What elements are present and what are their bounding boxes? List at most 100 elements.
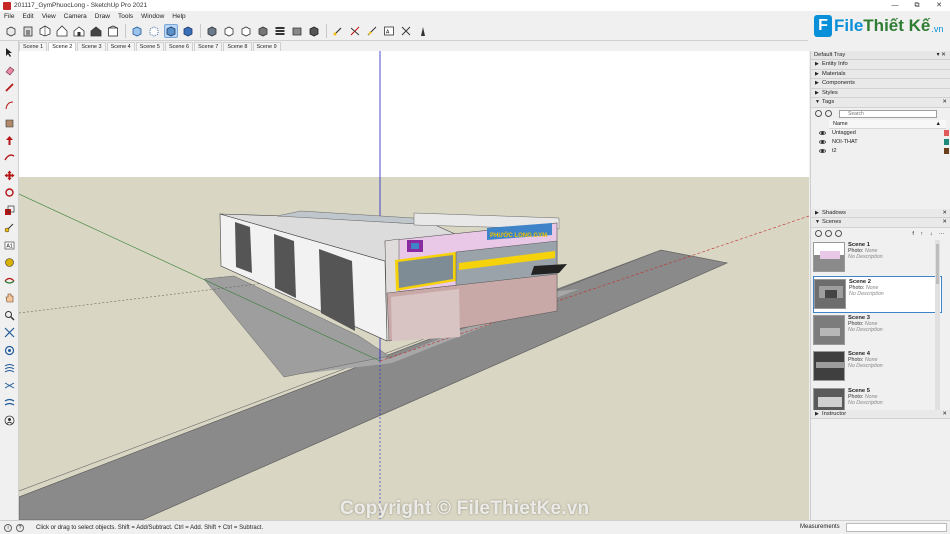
scene-tab-8[interactable]: Scene 8	[223, 42, 252, 51]
scene-tab-6[interactable]: Scene 6	[164, 42, 194, 51]
hidden-line-button[interactable]	[181, 24, 195, 38]
close-icon[interactable]: ✕	[942, 218, 947, 227]
menu-edit[interactable]: Edit	[18, 13, 37, 20]
paint-bucket-button[interactable]	[331, 24, 345, 38]
section-instructor[interactable]: ▶ Instructor ✕	[811, 409, 950, 419]
restore-button[interactable]: ⧉	[906, 0, 928, 11]
iso-view-button[interactable]	[38, 24, 52, 38]
eraser-tool[interactable]	[3, 64, 16, 77]
sort-up-icon[interactable]: ▲	[936, 120, 941, 128]
section-materials[interactable]: ▶ Materials	[811, 69, 950, 79]
paint-tool[interactable]	[3, 256, 16, 269]
tray-controls[interactable]: ▾ ✕	[937, 51, 950, 59]
back-view-button[interactable]	[106, 24, 120, 38]
info-icon[interactable]: i	[4, 523, 12, 532]
menu-camera[interactable]: Camera	[60, 13, 91, 20]
tag-row[interactable]: t2	[811, 147, 950, 156]
text-tool[interactable]: A1	[3, 239, 16, 252]
orbit-tool[interactable]	[3, 274, 16, 287]
tag-color-swatch[interactable]	[944, 139, 949, 145]
position-camera-tool[interactable]	[3, 344, 16, 357]
scene-item[interactable]: Scene 1 Photo: None No Description	[813, 240, 942, 277]
scene-order-controls[interactable]: f ↑ ↓ ⋯	[912, 231, 947, 237]
close-button[interactable]: ✕	[928, 0, 950, 11]
section-entity-info[interactable]: ▶ Entity Info	[811, 60, 950, 70]
warehouse-button[interactable]	[21, 24, 35, 38]
section-styles[interactable]: ▶ Styles	[811, 88, 950, 98]
back-edges-button[interactable]	[147, 24, 161, 38]
menu-tools[interactable]: Tools	[114, 13, 137, 20]
add-tag-icon[interactable]	[815, 110, 822, 117]
scene-list-scrollbar[interactable]	[935, 239, 940, 410]
close-icon[interactable]: ✕	[942, 410, 947, 419]
select-tool[interactable]	[3, 46, 16, 59]
section-components[interactable]: ▶ Components	[811, 79, 950, 89]
scene-tab-1[interactable]: Scene 1	[19, 42, 48, 51]
menu-draw[interactable]: Draw	[91, 13, 114, 20]
add-scene-icon[interactable]	[825, 230, 832, 237]
close-icon[interactable]: ✕	[942, 209, 947, 218]
monochrome-button[interactable]	[239, 24, 253, 38]
account-button[interactable]	[3, 414, 16, 427]
remove-scene-icon[interactable]	[835, 230, 842, 237]
menu-file[interactable]: File	[0, 13, 18, 20]
delete-tag-icon[interactable]	[825, 110, 832, 117]
section-scenes[interactable]: ▼ Scenes ✕	[811, 218, 950, 228]
shaded-button[interactable]	[205, 24, 219, 38]
follow-me-tool[interactable]	[3, 151, 16, 164]
tags-search-input[interactable]	[839, 109, 937, 118]
front-view-button[interactable]	[72, 24, 86, 38]
top-view-button[interactable]	[55, 24, 69, 38]
move-tool[interactable]	[3, 169, 16, 182]
scene-item[interactable]: Scene 3 Photo: None No Description	[813, 313, 942, 350]
scene-tab-2[interactable]: Scene 2	[48, 42, 77, 51]
wireframe-button[interactable]	[164, 23, 178, 38]
right-view-button[interactable]	[89, 24, 103, 38]
scene-tab-3[interactable]: Scene 3	[77, 42, 106, 51]
scene-item-selected[interactable]: Scene 2 Photo: None No Description	[813, 276, 942, 313]
menu-help[interactable]: Help	[168, 13, 189, 20]
line-tool[interactable]	[3, 81, 16, 94]
close-icon[interactable]: ✕	[942, 98, 947, 107]
zoom-tool[interactable]	[3, 309, 16, 322]
menu-view[interactable]: View	[38, 13, 60, 20]
rotate-tool[interactable]	[3, 186, 16, 199]
measurements-input[interactable]	[846, 523, 947, 532]
menu-window[interactable]: Window	[137, 13, 168, 20]
update-scene-icon[interactable]	[815, 230, 822, 237]
visibility-eye-icon[interactable]	[819, 131, 826, 135]
tag-row[interactable]: Untagged	[811, 129, 950, 138]
axes-button[interactable]	[348, 24, 362, 38]
layers-button[interactable]	[273, 24, 287, 38]
shaded-textures-button[interactable]	[222, 24, 236, 38]
pan-tool[interactable]	[3, 291, 16, 304]
scene-tab-9[interactable]: Scene 9	[252, 42, 281, 51]
protractor-button[interactable]	[399, 24, 413, 38]
dimension-button[interactable]	[365, 24, 379, 38]
visibility-eye-icon[interactable]	[819, 140, 826, 144]
tag-color-swatch[interactable]	[944, 130, 949, 136]
text-button[interactable]: A	[382, 24, 396, 38]
section-fill-button[interactable]	[307, 24, 321, 38]
help-icon[interactable]: ?	[16, 523, 24, 532]
scene-tab-4[interactable]: Scene 4	[106, 42, 135, 51]
scrollbar-thumb[interactable]	[936, 243, 939, 284]
scale-tool[interactable]	[3, 204, 16, 217]
rectangle-tool[interactable]	[3, 116, 16, 129]
scene-item[interactable]: Scene 4 Photo: None No Description	[813, 349, 942, 386]
arc-tool[interactable]	[3, 99, 16, 112]
minimize-button[interactable]: —	[884, 0, 906, 11]
style-button[interactable]	[256, 24, 270, 38]
section-tags[interactable]: ▼ Tags ✕	[811, 98, 950, 108]
scene-tab-7[interactable]: Scene 7	[194, 42, 223, 51]
sandbox-stamp-tool[interactable]	[3, 396, 16, 409]
tag-color-swatch[interactable]	[944, 148, 949, 154]
sandbox-tool[interactable]	[3, 361, 16, 374]
push-pull-tool[interactable]	[3, 134, 16, 147]
sections-button[interactable]	[290, 24, 304, 38]
make-component-button[interactable]	[4, 24, 18, 38]
sandbox-smoove-tool[interactable]	[3, 379, 16, 392]
model-viewport[interactable]: PHƯỚC LONG GYM	[19, 51, 809, 520]
scene-item[interactable]: Scene 5 Photo: None No Description	[813, 386, 942, 410]
xray-button[interactable]	[130, 24, 144, 38]
